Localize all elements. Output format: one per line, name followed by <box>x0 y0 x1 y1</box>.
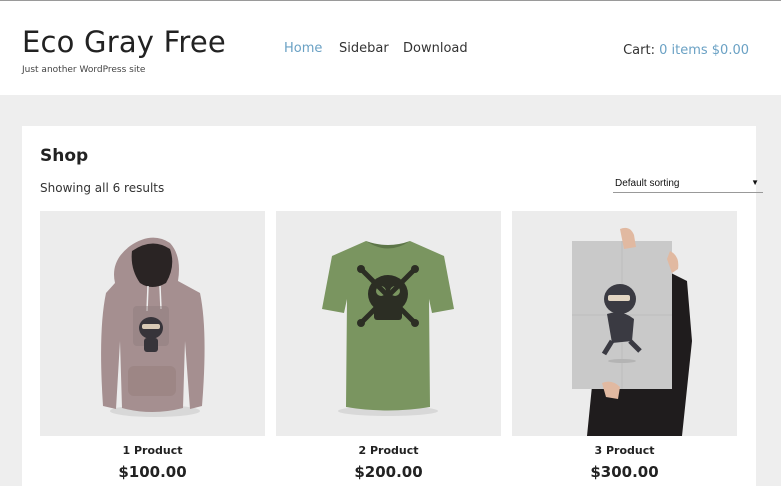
result-count: Showing all 6 results <box>40 181 165 195</box>
cart-link[interactable]: 0 items $0.00 <box>659 43 749 58</box>
product-name[interactable]: 3 Product <box>512 444 737 457</box>
nav-item-download[interactable]: Download <box>403 41 468 56</box>
site-title[interactable]: Eco Gray Free <box>22 25 226 59</box>
site-header: Eco Gray Free Just another WordPress sit… <box>0 1 781 95</box>
cart-summary: Cart: 0 items $0.00 <box>623 43 749 58</box>
site-tagline: Just another WordPress site <box>22 65 146 75</box>
product-card[interactable]: 1 Product $100.00 <box>40 211 265 481</box>
product-image-poster[interactable] <box>512 211 737 436</box>
sorting-value: Default sorting <box>615 178 680 189</box>
product-price: $300.00 <box>590 463 659 481</box>
sorting-select[interactable]: Default sorting ▼ <box>613 178 763 193</box>
cart-label: Cart: <box>623 43 655 58</box>
nav-item-home[interactable]: Home <box>284 41 322 56</box>
dropdown-arrow-icon: ▼ <box>751 178 759 187</box>
product-image-tshirt[interactable] <box>276 211 501 436</box>
product-name[interactable]: 1 Product <box>40 444 265 457</box>
product-image-hoodie[interactable] <box>40 211 265 436</box>
product-card[interactable]: 2 Product $200.00 <box>276 211 501 481</box>
page-title: Shop <box>40 146 89 166</box>
product-price: $100.00 <box>118 463 187 481</box>
product-card[interactable]: 3 Product $300.00 <box>512 211 737 481</box>
shop-content: Shop Showing all 6 results Default sorti… <box>22 126 763 486</box>
product-name[interactable]: 2 Product <box>276 444 501 457</box>
product-price: $200.00 <box>354 463 423 481</box>
nav-item-sidebar[interactable]: Sidebar <box>339 41 389 56</box>
